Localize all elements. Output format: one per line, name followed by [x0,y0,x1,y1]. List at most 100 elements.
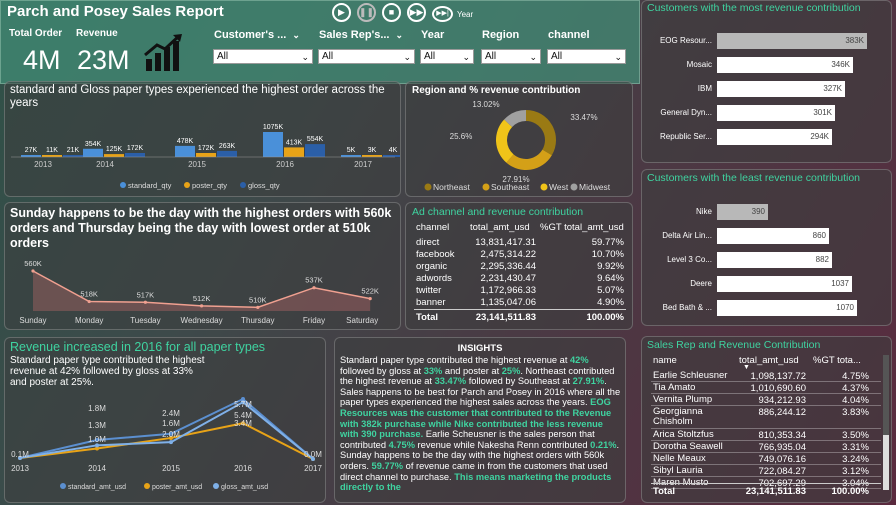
legend-label[interactable]: standard_amt_usd [68,484,126,491]
bar-standard_qty-2016[interactable] [263,132,283,157]
rep-name: Arica Stoltzfus [653,429,714,440]
customer-bar[interactable]: 383K [717,33,867,49]
legend-marker [60,483,66,489]
bar-poster_qty-2017[interactable] [362,155,382,157]
legend-label[interactable]: gloss_qty [248,181,280,190]
channel-amount: 1,135,047.06 [480,297,536,308]
rep-pct: 3.12% [842,466,869,477]
line-poster_amt_usd[interactable] [19,422,314,460]
data-label: 1.0M [88,435,106,444]
table-row[interactable]: Sibyl Lauria 722,084.27 3.12% [651,466,881,477]
customer-bar[interactable]: 346K [717,57,853,73]
bar-gloss_qty-2013[interactable] [63,155,83,157]
slice-Southeast[interactable] [506,149,552,170]
table-row[interactable]: Dorotha Seawell 766,935.04 3.31% [651,442,881,453]
table-row[interactable]: Georgianna Chisholm 886,244.12 3.83% [651,407,881,429]
data-label: 518K [80,290,98,299]
legend-label[interactable]: Northeast [433,182,470,192]
bar-gloss_qty-2014[interactable] [125,153,145,157]
region-slicer-dropdown[interactable]: All ⌄ [481,49,541,64]
legend-label[interactable]: poster_qty [192,181,227,190]
legend-label[interactable]: poster_amt_usd [152,484,202,491]
salesrep-slicer-dropdown[interactable]: All ⌄ [318,49,415,64]
col-total[interactable]: total_amt_usd [470,222,530,233]
bar-poster_qty-2014[interactable] [104,154,124,157]
customer-bar[interactable]: 860 [717,228,829,244]
customer-bar[interactable]: 1070 [717,300,857,316]
play-icon[interactable]: ▶ [332,3,351,22]
customer-bar[interactable]: 301K [717,105,835,121]
channel-amount: 2,475,314.22 [480,249,536,260]
slice-West[interactable] [496,119,514,163]
scrollbar[interactable] [883,355,889,490]
bar-standard_qty-2015[interactable] [175,145,195,157]
revenue-chart-title: Revenue increased in 2016 for all paper … [10,340,266,354]
x-tick-label: 2015 [188,160,206,169]
point-Friday[interactable] [312,286,316,290]
bar-poster_qty-2013[interactable] [42,155,62,157]
legend-label[interactable]: Southeast [491,182,530,192]
customer-name: Bed Bath & ... [662,303,712,312]
col-pct[interactable]: %GT total_amt_usd [540,222,624,233]
customer-bar[interactable]: 1037 [717,276,852,292]
legend-marker [184,182,190,188]
rep-name: Earlie Schleusner [653,370,728,381]
point-Thursday[interactable] [256,305,260,309]
stop-icon[interactable]: ■ [382,3,401,22]
legend-label[interactable]: gloss_amt_usd [221,484,268,491]
col-name[interactable]: name [653,355,677,366]
legend-label[interactable]: Midwest [579,182,611,192]
point-Monday[interactable] [87,299,91,304]
year-slicer-dropdown[interactable]: All ⌄ [420,49,474,64]
table-row: twitter 1,172,966.33 5.07% [414,285,626,297]
bar-poster_qty-2015[interactable] [196,153,216,157]
table-header: channel total_amt_usd %GT total_amt_usd [414,222,626,234]
bar-gloss_qty-2017[interactable] [383,155,401,157]
rep-pct: 3.50% [842,430,869,441]
data-label: 3.4M [234,419,252,428]
data-label: 2.0M [162,430,180,439]
legend-label[interactable]: West [549,182,569,192]
rep-amount: 1,098,137.72 [750,371,806,382]
region-donut-chart: 33.47%27.91%25.6%13.02%Northeast Southeas… [424,100,611,192]
bar-label: 1075K [263,124,284,131]
bar-standard_qty-2017[interactable] [341,155,361,157]
last-icon[interactable]: ▶▶| [432,6,453,22]
point-Wednesday[interactable] [200,304,204,308]
customer-bar[interactable]: 294K [717,129,832,145]
table-row[interactable]: Nelle Meaux 749,076.16 3.24% [651,454,881,465]
bar-gloss_qty-2015[interactable] [217,150,237,157]
pause-icon[interactable]: ❚❚ [357,3,376,22]
customer-bar[interactable]: 882 [717,252,832,268]
point-Saturday[interactable] [368,297,372,301]
next-icon[interactable]: ▶▶ [407,3,426,22]
bar-label: 4K [389,147,398,154]
table-row[interactable]: Tia Amato 1,010,690.60 4.37% [651,383,881,394]
col-channel[interactable]: channel [416,222,449,233]
customer-value: 860 [812,231,826,240]
insights-text: Standard paper type contributed the high… [340,355,621,493]
x-tick-label: 2017 [304,464,322,473]
col-pct[interactable]: %GT tota... [813,355,861,366]
table-row[interactable]: Vernita Plump 934,212.93 4.04% [651,395,881,406]
point-Sunday[interactable] [31,269,35,273]
bar-poster_qty-2016[interactable] [284,147,304,157]
customer-bar[interactable]: 390 [717,204,768,220]
top-customers-panel: Customers with the most revenue contribu… [641,0,892,163]
bar-gloss_qty-2016[interactable] [305,144,325,157]
bar-standard_qty-2013[interactable] [21,155,41,157]
slice-Northeast[interactable] [526,110,556,156]
point-Tuesday[interactable] [143,300,147,304]
x-tick-label: Monday [75,316,103,325]
table-row[interactable]: Arica Stoltzfus 810,353.34 3.50% [651,430,881,441]
channel-slicer-dropdown[interactable]: All ⌄ [547,49,626,64]
scrollbar-thumb[interactable] [883,355,889,435]
customer-slicer-dropdown[interactable]: All ⌄ [213,49,313,64]
table-row[interactable]: Earlie Schleusner 1,098,137.72 4.75% [651,371,881,382]
point-gloss_amt_usd-2015[interactable] [169,440,173,445]
weekday-chart-title: Sunday happens to be the day with the hi… [10,206,392,250]
year-slicer-label: Year [421,29,445,41]
bar-standard_qty-2014[interactable] [83,148,103,157]
legend-label[interactable]: standard_qty [128,181,172,190]
customer-bar[interactable]: 327K [717,81,845,97]
